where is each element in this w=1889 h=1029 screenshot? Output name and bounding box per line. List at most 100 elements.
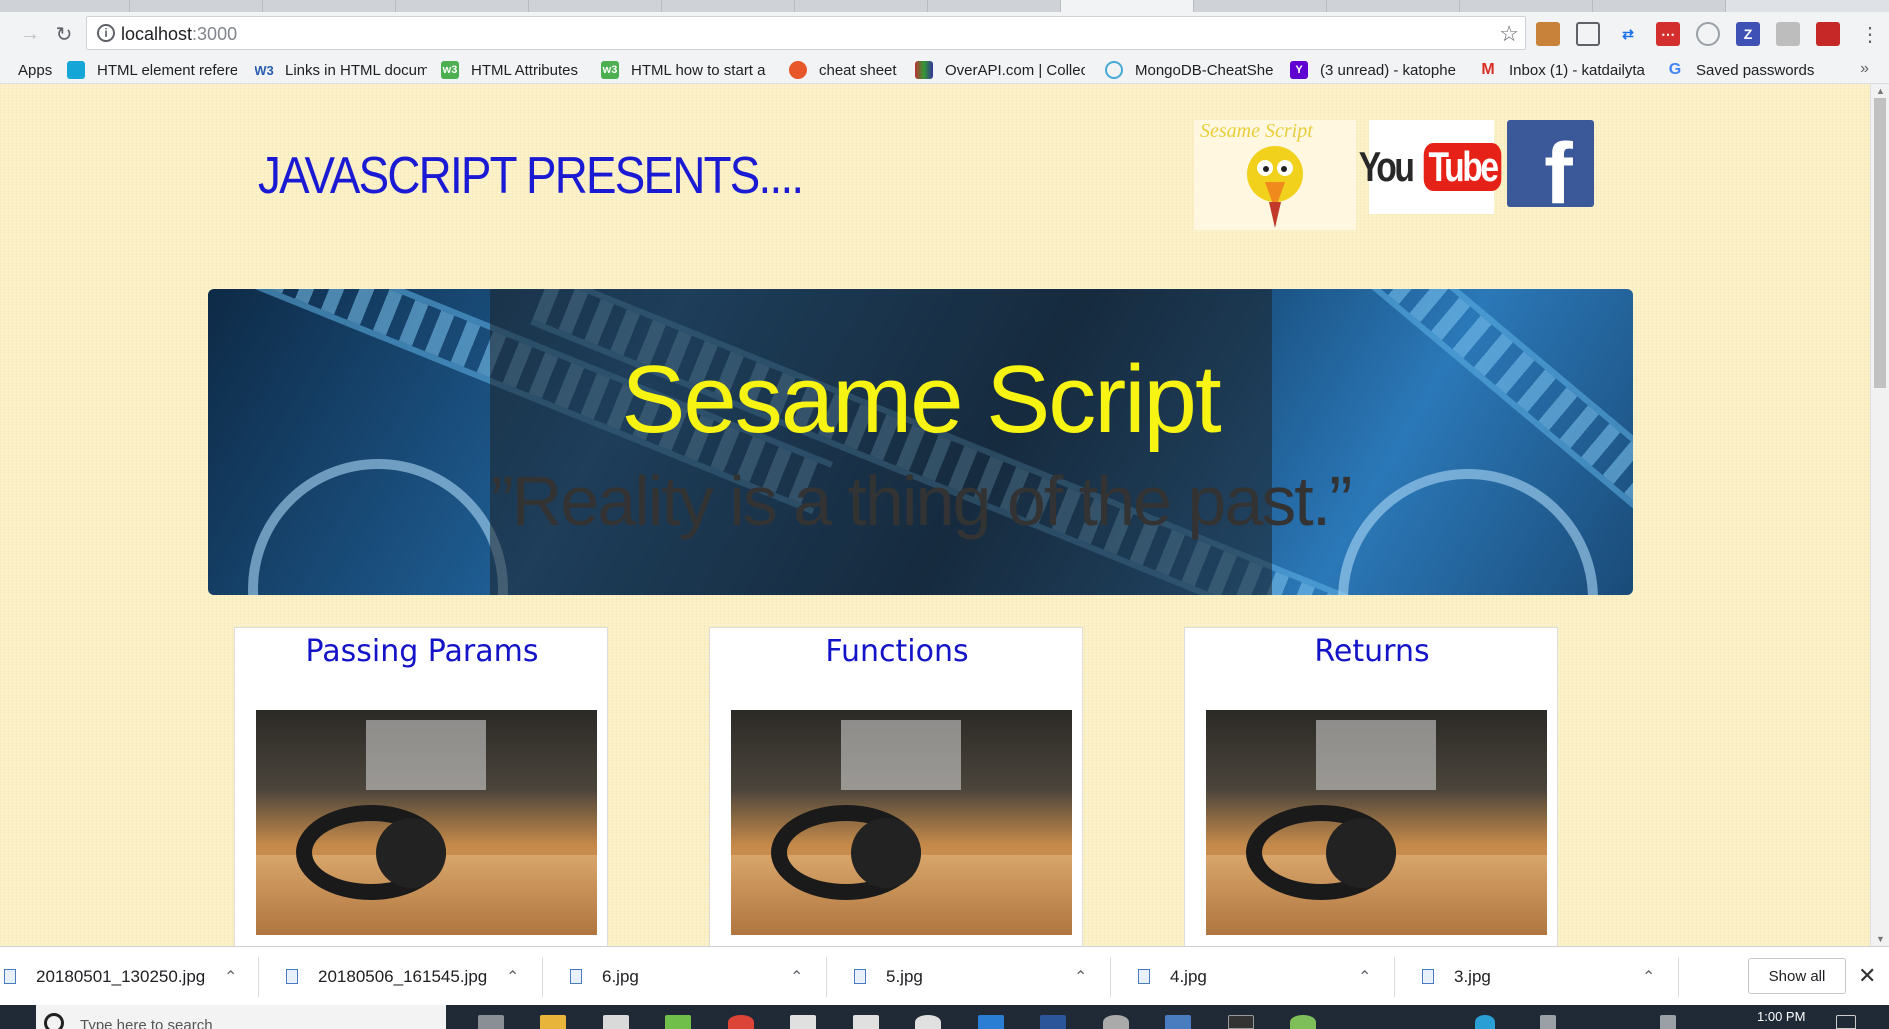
chevron-up-icon[interactable]: ⌃	[1642, 967, 1655, 987]
taskbar-clock[interactable]: 1:00 PM	[1757, 1009, 1805, 1024]
browser-tab[interactable]	[396, 0, 529, 12]
taskbar-search[interactable]: Type here to search	[36, 1005, 446, 1029]
extension-camera-icon[interactable]	[1776, 22, 1800, 46]
store-icon[interactable]	[603, 1015, 629, 1029]
download-item[interactable]: 5.jpg ⌃	[854, 947, 1090, 1006]
page-scrollbar[interactable]: ▲ ▼	[1870, 84, 1889, 946]
task-view-icon[interactable]	[478, 1015, 504, 1029]
scroll-down-icon[interactable]: ▼	[1876, 934, 1885, 944]
browser-tab[interactable]	[1460, 0, 1593, 12]
browser-tab[interactable]	[263, 0, 396, 12]
scrollbar-thumb[interactable]	[1874, 98, 1886, 388]
chrome-icon[interactable]	[728, 1015, 754, 1029]
download-item[interactable]: 3.jpg ⌃	[1422, 947, 1658, 1006]
card-title[interactable]: Passing Params	[235, 634, 609, 669]
reload-icon[interactable]: ↻	[50, 20, 78, 48]
chevron-up-icon[interactable]: ⌃	[1074, 967, 1087, 987]
bookmark-item[interactable]: M Inbox (1) - katdailyta	[1479, 60, 1651, 80]
download-item[interactable]: 20180501_130250.jpg ⌃	[4, 947, 237, 1006]
extension-arrows-icon[interactable]: ⇄	[1616, 22, 1640, 46]
chevron-up-icon[interactable]: ⌃	[506, 967, 519, 987]
browser-tab[interactable]	[130, 0, 263, 12]
app-icon[interactable]	[1290, 1015, 1316, 1029]
browser-tab[interactable]	[795, 0, 928, 12]
sesame-script-logo[interactable]: Sesame Script	[1194, 120, 1356, 230]
extension-hammer-icon[interactable]	[1536, 22, 1560, 46]
bookmark-item[interactable]: Y (3 unread) - katophe	[1290, 60, 1462, 80]
bookmark-label: OverAPI.com | Collec	[945, 61, 1085, 79]
browser-tab[interactable]	[928, 0, 1061, 12]
close-icon[interactable]: ✕	[1858, 963, 1876, 989]
extension-z-icon[interactable]: Z	[1736, 22, 1760, 46]
download-item[interactable]: 6.jpg ⌃	[570, 947, 806, 1006]
bookmark-item[interactable]: MongoDB-CheatShe	[1105, 60, 1275, 80]
extension-circle-icon[interactable]	[1696, 22, 1720, 46]
download-item[interactable]: 4.jpg ⌃	[1138, 947, 1374, 1006]
big-bird-icon	[1247, 146, 1303, 228]
extension-dots-icon[interactable]: ⋯	[1656, 22, 1680, 46]
app-icon[interactable]	[1165, 1015, 1191, 1029]
people-icon[interactable]	[1540, 1015, 1556, 1029]
browser-tab-active[interactable]	[1061, 0, 1194, 12]
browser-tab[interactable]	[1194, 0, 1327, 12]
file-explorer-icon[interactable]	[540, 1015, 566, 1029]
bookmark-apps[interactable]: Apps	[0, 60, 60, 80]
paint-icon[interactable]	[665, 1015, 691, 1029]
mongodb-icon	[1105, 61, 1123, 79]
overapi-icon	[915, 61, 933, 79]
site-info-icon[interactable]: i	[97, 24, 115, 42]
browser-tab[interactable]	[662, 0, 795, 12]
screen-capture-icon[interactable]	[1576, 22, 1600, 46]
vscode-icon[interactable]	[978, 1015, 1004, 1029]
calculator-icon[interactable]	[790, 1015, 816, 1029]
chevron-up-icon[interactable]: ⌃	[224, 967, 237, 987]
page-viewport: JAVASCRIPT PRESENTS.... Sesame Script Yo…	[0, 84, 1870, 946]
headphones-image[interactable]	[1206, 710, 1547, 935]
browser-tab[interactable]	[1593, 0, 1726, 12]
bookmarks-overflow-icon[interactable]: »	[1860, 60, 1869, 78]
extension-bug-icon[interactable]	[1816, 22, 1840, 46]
scroll-up-icon[interactable]: ▲	[1876, 86, 1885, 96]
app-icon[interactable]	[1103, 1015, 1129, 1029]
browser-tab[interactable]	[0, 0, 130, 12]
settings-icon[interactable]	[915, 1015, 941, 1029]
topic-card[interactable]: Functions	[709, 627, 1083, 946]
download-item[interactable]: 20180506_161545.jpg ⌃	[286, 947, 519, 1006]
tray-app-icon[interactable]	[1475, 1015, 1495, 1029]
volume-icon[interactable]	[1660, 1015, 1676, 1029]
show-all-downloads-button[interactable]: Show all	[1748, 958, 1846, 994]
topic-card[interactable]: Returns	[1184, 627, 1558, 946]
bookmark-item[interactable]: HTML element refere	[67, 60, 237, 80]
card-title[interactable]: Functions	[710, 634, 1084, 669]
word-icon[interactable]	[1040, 1015, 1066, 1029]
browser-tab[interactable]	[529, 0, 662, 12]
download-filename: 20180501_130250.jpg	[36, 966, 206, 986]
action-center-icon[interactable]	[1836, 1015, 1856, 1029]
bookmark-label: MongoDB-CheatShe	[1135, 61, 1274, 79]
bookmark-star-icon[interactable]: ☆	[1499, 21, 1519, 47]
facebook-link[interactable]: f	[1507, 120, 1594, 222]
bookmark-item[interactable]: cheat sheet	[789, 60, 904, 80]
bookmark-item[interactable]: w3 HTML how to start a	[601, 60, 771, 80]
forward-icon[interactable]: →	[16, 20, 44, 48]
gmail-icon: M	[1481, 61, 1495, 78]
headphones-image[interactable]	[256, 710, 597, 935]
terminal-icon[interactable]	[1228, 1015, 1254, 1029]
headphones-image[interactable]	[731, 710, 1072, 935]
bookmark-item[interactable]: w3 HTML Attributes	[441, 60, 591, 80]
card-title[interactable]: Returns	[1185, 634, 1559, 669]
calendar-icon[interactable]	[853, 1015, 879, 1029]
browser-menu-icon[interactable]: ⋮	[1856, 20, 1884, 48]
bookmark-item[interactable]: OverAPI.com | Collec	[915, 60, 1085, 80]
address-url[interactable]: localhost:3000	[121, 24, 237, 45]
bookmark-item[interactable]: G Saved passwords	[1666, 60, 1826, 80]
topic-card[interactable]: Passing Params	[234, 627, 608, 946]
address-bar[interactable]: i localhost:3000 ☆	[86, 16, 1526, 50]
youtube-link[interactable]: You Tube	[1359, 120, 1501, 214]
youtube-you-text: You	[1359, 143, 1415, 190]
chevron-up-icon[interactable]: ⌃	[1358, 967, 1371, 987]
browser-tab[interactable]	[1327, 0, 1460, 12]
chevron-up-icon[interactable]: ⌃	[790, 967, 803, 987]
sesame-logo-text: Sesame Script	[1200, 120, 1313, 142]
bookmark-item[interactable]: W3 Links in HTML docum	[255, 60, 427, 80]
